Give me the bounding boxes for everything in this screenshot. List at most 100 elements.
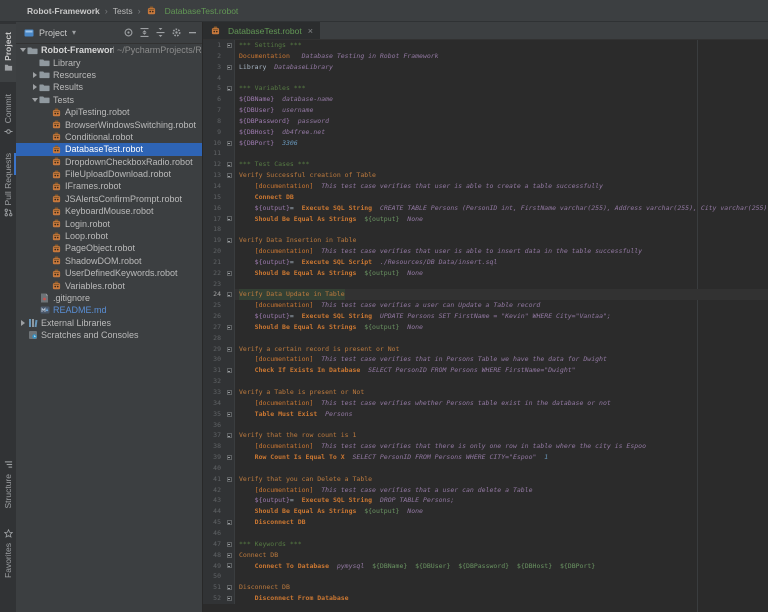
stripe-item-commit[interactable]: Commit [0,90,16,142]
fold-marker-icon[interactable] [224,62,235,73]
fold-marker-icon[interactable] [224,40,235,51]
tree-item-loop-robot[interactable]: Loop.robot [16,230,202,242]
stripe-item-project[interactable]: Project [0,24,16,82]
editor-line-48[interactable]: 48Connect DB [203,550,768,561]
tree-item-keyboardmouse-robot[interactable]: KeyboardMouse.robot [16,205,202,217]
editor-line-12[interactable]: 12*** Test Cases *** [203,159,768,170]
tree-item-dropdowncheckboxradio-robot[interactable]: DropdownCheckboxRadio.robot [16,156,202,168]
tree-item-tests[interactable]: Tests [16,94,202,106]
editor-line-50[interactable]: 50 [203,571,768,582]
chevron-right-icon[interactable] [30,72,39,78]
editor-line-35[interactable]: 35 Table Must Exist Persons [203,409,768,420]
editor-line-3[interactable]: 3Library DatabaseLibrary [203,62,768,73]
fold-marker-icon[interactable] [224,214,235,225]
editor-line-45[interactable]: 45 Disconnect DB [203,517,768,528]
editor-line-13[interactable]: 13Verify Successful creation of Table [203,170,768,181]
fold-marker-icon[interactable] [224,170,235,181]
tree-item-readme-md[interactable]: README.md [16,304,202,316]
chevron-down-icon[interactable] [30,98,39,102]
fold-marker-icon[interactable] [224,409,235,420]
editor-line-29[interactable]: 29Verify a certain record is present or … [203,344,768,355]
tree-item-results[interactable]: Results [16,81,202,93]
chevron-down-icon[interactable] [18,48,27,52]
tab-databasetest[interactable]: DatabaseTest.robot × [203,22,320,39]
editor-line-42[interactable]: 42 [documentation] This test case verifi… [203,485,768,496]
expand-all-icon[interactable] [138,27,150,39]
fold-marker-icon[interactable] [224,289,235,300]
editor-line-52[interactable]: 52 Disconnect From Database [203,593,768,604]
tree-item-library[interactable]: Library [16,56,202,68]
editor-line-30[interactable]: 30 [documentation] This test case verifi… [203,354,768,365]
editor-line-6[interactable]: 6${DBName} database-name [203,94,768,105]
chevron-right-icon[interactable] [18,320,27,326]
tree-item-resources[interactable]: Resources [16,69,202,81]
collapse-all-icon[interactable] [154,27,166,39]
hide-icon[interactable] [186,27,198,39]
editor-line-37[interactable]: 37Verify that the row count is 1 [203,430,768,441]
editor-line-32[interactable]: 32 [203,376,768,387]
editor-line-26[interactable]: 26 ${output}= Execute SQL String UPDATE … [203,311,768,322]
tree-item-pageobject-robot[interactable]: PageObject.robot [16,242,202,254]
fold-marker-icon[interactable] [224,582,235,593]
locate-icon[interactable] [122,27,134,39]
fold-marker-icon[interactable] [224,550,235,561]
tree-item-conditional-robot[interactable]: Conditional.robot [16,131,202,143]
fold-marker-icon[interactable] [224,474,235,485]
editor-line-14[interactable]: 14 [documentation] This test case verifi… [203,181,768,192]
editor-line-19[interactable]: 19Verify Data Insertion in Table [203,235,768,246]
editor-line-5[interactable]: 5*** Variables *** [203,83,768,94]
editor-line-25[interactable]: 25 [documentation] This test case verifi… [203,300,768,311]
fold-marker-icon[interactable] [224,322,235,333]
tree-item-browserwindowsswitching-robot[interactable]: BrowserWindowsSwitching.robot [16,118,202,130]
fold-marker-icon[interactable] [224,452,235,463]
editor-line-27[interactable]: 27 Should Be Equal As Strings ${output} … [203,322,768,333]
tree-item-scratches-and-consoles[interactable]: Scratches and Consoles [16,329,202,341]
tree-item-shadowdom-robot[interactable]: ShadowDOM.robot [16,255,202,267]
fold-marker-icon[interactable] [224,430,235,441]
editor-line-22[interactable]: 22 Should Be Equal As Strings ${output} … [203,268,768,279]
editor-line-17[interactable]: 17 Should Be Equal As Strings ${output} … [203,214,768,225]
breadcrumb-dir[interactable]: Tests [113,6,133,16]
editor-line-43[interactable]: 43 ${output}= Execute SQL String DROP TA… [203,495,768,506]
fold-marker-icon[interactable] [224,365,235,376]
editor-line-40[interactable]: 40 [203,463,768,474]
editor-line-7[interactable]: 7${DBUser} username [203,105,768,116]
fold-marker-icon[interactable] [224,387,235,398]
editor-line-49[interactable]: 49 Connect To Database pymysql ${DBName}… [203,561,768,572]
editor-line-44[interactable]: 44 Should Be Equal As Strings ${output} … [203,506,768,517]
fold-marker-icon[interactable] [224,344,235,355]
editor-line-33[interactable]: 33Verify a Table is present or Not [203,387,768,398]
editor-line-38[interactable]: 38 [documentation] This test case verifi… [203,441,768,452]
editor-line-8[interactable]: 8${DBPassword} password [203,116,768,127]
editor-line-21[interactable]: 21 ${output}= Execute SQL Script ./Resou… [203,257,768,268]
tree-item-iframes-robot[interactable]: IFrames.robot [16,180,202,192]
fold-marker-icon[interactable] [224,83,235,94]
editor-line-36[interactable]: 36 [203,420,768,431]
tree-item-jsalertsconfirmprompt-robot[interactable]: JSAlertsConfirmPrompt.robot [16,193,202,205]
editor-line-16[interactable]: 16 ${output}= Execute SQL String CREATE … [203,203,768,214]
editor-line-9[interactable]: 9${DBHost} db4free.net [203,127,768,138]
tree-item-userdefinedkeywords-robot[interactable]: UserDefinedKeywords.robot [16,267,202,279]
chevron-right-icon[interactable] [30,84,39,90]
close-icon[interactable]: × [308,26,313,36]
fold-marker-icon[interactable] [224,159,235,170]
editor-line-51[interactable]: 51Disconnect DB [203,582,768,593]
editor-line-15[interactable]: 15 Connect DB [203,192,768,203]
tree-item--gitignore[interactable]: .gitignore [16,292,202,304]
settings-icon[interactable] [170,27,182,39]
breadcrumb-file[interactable]: DatabaseTest.robot [165,6,239,16]
editor-line-28[interactable]: 28 [203,333,768,344]
fold-marker-icon[interactable] [224,268,235,279]
fold-marker-icon[interactable] [224,561,235,572]
editor-line-4[interactable]: 4 [203,73,768,84]
editor-line-10[interactable]: 10${DBPort} 3306 [203,138,768,149]
editor-line-24[interactable]: 24Verify Data Update in Table [203,289,768,300]
editor-line-2[interactable]: 2Documentation Database Testing in Robot… [203,51,768,62]
tree-item-external-libraries[interactable]: External Libraries [16,317,202,329]
stripe-item-structure[interactable]: Structure [0,452,16,516]
tree-item-robot-framework[interactable]: Robot-Framework ~/PycharmProjects/Ro [16,44,202,56]
editor-line-34[interactable]: 34 [documentation] This test case verifi… [203,398,768,409]
editor-pane[interactable]: 1*** Settings ***2Documentation Database… [203,40,768,612]
tree-item-fileuploaddownload-robot[interactable]: FileUploadDownload.robot [16,168,202,180]
tree-item-databasetest-robot[interactable]: DatabaseTest.robot [16,143,202,155]
